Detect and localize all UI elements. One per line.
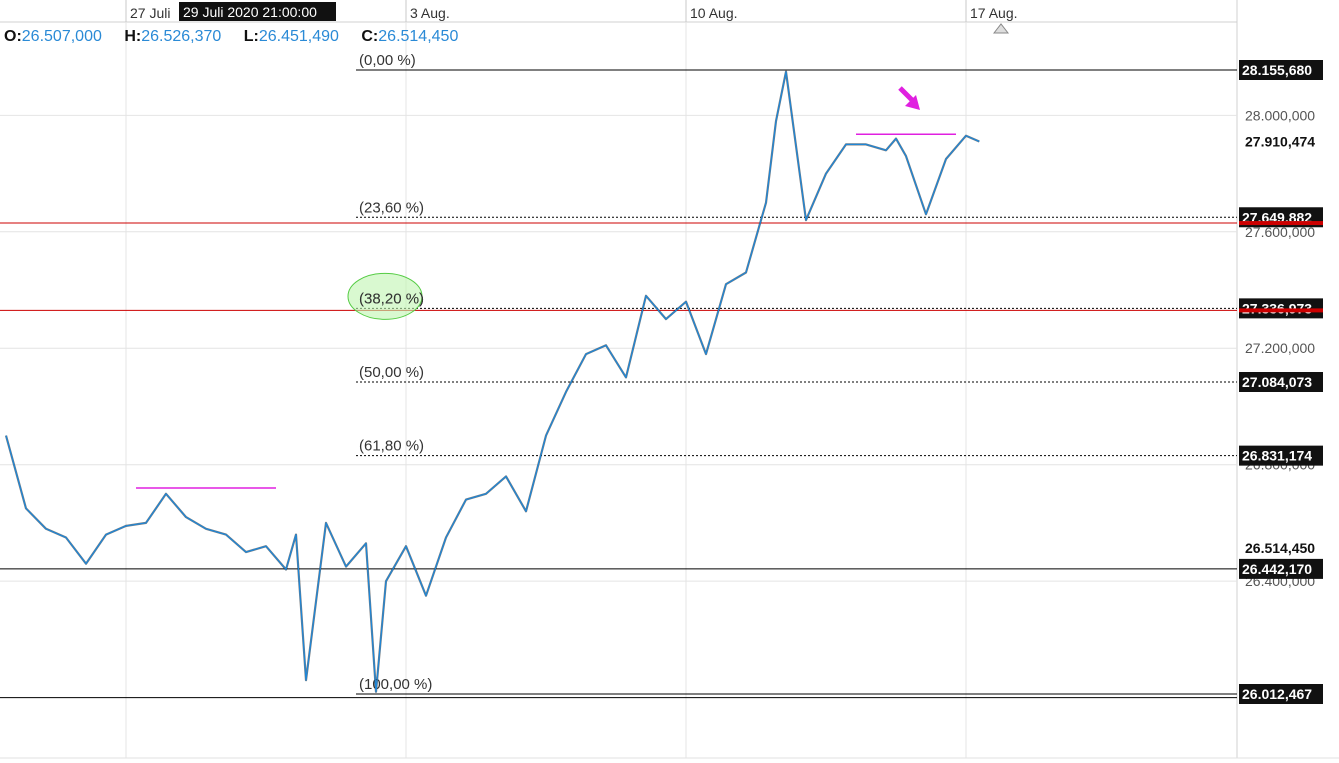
fib-level-label: (23,60 %) xyxy=(359,199,424,216)
close-value: 26.514,450 xyxy=(378,28,459,45)
price-tick-label: 27.200,000 xyxy=(1245,340,1315,356)
open-value: 26.507,000 xyxy=(21,28,102,45)
fib-price-tag: 26.831,174 xyxy=(1242,448,1312,464)
ohlc-readout: O:26.507,000 H:26.526,370 L:26.451,490 C… xyxy=(4,28,476,46)
price-chart[interactable]: 27 Juli 3 Aug. 10 Aug. 17 Aug. 28.000,000 27.… xyxy=(0,0,1339,763)
price-tick-label: 28.000,000 xyxy=(1245,107,1315,123)
fib-price-tag: 26.012,467 xyxy=(1242,686,1312,702)
horizontal-line-price-tag: 26.442,170 xyxy=(1242,561,1312,577)
fib-price-tag: 27.336,973 xyxy=(1242,300,1312,316)
open-label: O: xyxy=(4,28,22,45)
low-value: 26.451,490 xyxy=(258,28,339,45)
red-line-axis-marker xyxy=(1239,221,1323,226)
time-tick-label: 10 Aug. xyxy=(690,5,738,21)
chart-area[interactable]: 27 Juli 3 Aug. 10 Aug. 17 Aug. 28.000,000 27.… xyxy=(0,0,1339,763)
fib-price-tag: 27.084,073 xyxy=(1242,374,1312,390)
fib-level-label: (61,80 %) xyxy=(359,438,424,455)
fib-price-tag: 28.155,680 xyxy=(1242,62,1312,78)
red-line-axis-marker xyxy=(1239,308,1323,313)
time-tick-label: 27 Juli xyxy=(130,5,170,21)
crosshair-time-label: 29 Juli 2020 21:00:00 xyxy=(183,4,317,20)
time-tick-label: 3 Aug. xyxy=(410,5,450,21)
time-tick-label: 17 Aug. xyxy=(970,5,1018,21)
fib-level-label-highlight: (38,20 %) xyxy=(359,290,424,307)
current-price-tag: 27.910,474 xyxy=(1245,133,1315,149)
high-label: H: xyxy=(124,28,142,45)
scroll-marker-icon[interactable] xyxy=(992,23,1010,34)
close-label: C: xyxy=(361,28,379,45)
fib-level-label: (50,00 %) xyxy=(359,364,424,381)
fib-level-label: (0,00 %) xyxy=(359,52,416,69)
high-value: 26.526,370 xyxy=(141,28,222,45)
fib-level-label: (100,00 %) xyxy=(359,676,432,693)
arrow-shaft xyxy=(898,86,914,102)
crosshair-price-tag: 26.514,450 xyxy=(1245,540,1315,556)
low-label: L: xyxy=(243,28,259,45)
